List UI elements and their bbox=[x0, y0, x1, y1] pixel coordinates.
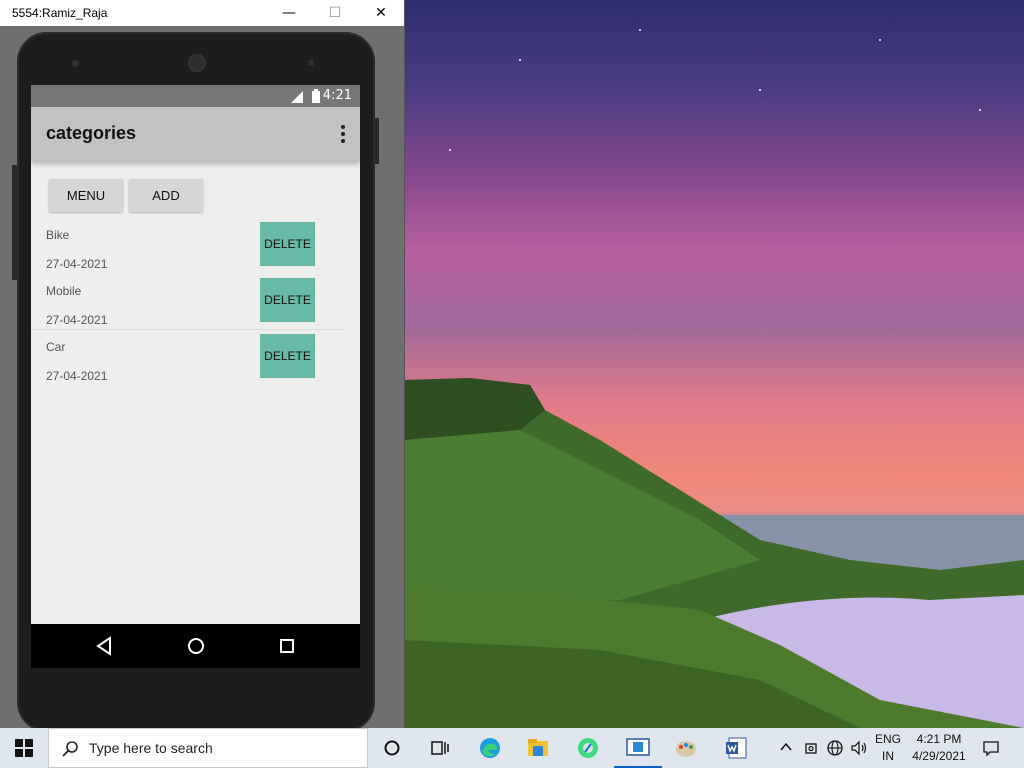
battery-icon bbox=[312, 89, 320, 103]
language-indicator[interactable]: ENG IN bbox=[872, 732, 904, 763]
android-studio-app[interactable] bbox=[564, 728, 612, 768]
windows-logo-icon bbox=[15, 739, 33, 757]
status-time: 4:21 bbox=[322, 88, 352, 103]
folder-icon bbox=[528, 739, 548, 756]
delete-button[interactable]: DELETE bbox=[260, 278, 315, 322]
cortana-circle-icon bbox=[384, 740, 400, 756]
paint-palette-icon bbox=[676, 741, 696, 757]
menu-button[interactable]: MENU bbox=[49, 179, 123, 212]
power-button[interactable] bbox=[375, 118, 379, 164]
android-status-bar: 4:21 bbox=[31, 85, 360, 107]
signal-icon bbox=[291, 91, 303, 103]
back-triangle-icon[interactable] bbox=[95, 636, 113, 656]
category-date: 27-04-2021 bbox=[46, 257, 108, 271]
category-date: 27-04-2021 bbox=[46, 313, 108, 327]
region-code: IN bbox=[882, 749, 894, 763]
list-divider bbox=[31, 329, 344, 330]
notification-center-icon[interactable] bbox=[982, 739, 1000, 757]
emulator-window: 5554:Ramiz_Raja — ☐ ✕ 4:21 categories ME… bbox=[0, 0, 405, 732]
app-bar: categories bbox=[31, 107, 360, 161]
recents-square-icon[interactable] bbox=[278, 636, 296, 656]
word-icon bbox=[726, 737, 747, 759]
category-name: Mobile bbox=[46, 284, 82, 298]
start-button[interactable] bbox=[0, 728, 48, 768]
add-button[interactable]: ADD bbox=[129, 179, 203, 212]
language-code: ENG bbox=[874, 732, 901, 746]
meet-now-icon[interactable] bbox=[803, 740, 819, 756]
phone-screen: 4:21 categories MENU ADD Bike 27-04-2021… bbox=[31, 85, 360, 668]
app-bar-title: categories bbox=[46, 123, 137, 143]
chevron-up-icon[interactable] bbox=[780, 742, 792, 752]
network-globe-icon[interactable] bbox=[826, 739, 844, 757]
windows-taskbar: Type here to search ENG IN 4:21 PM 4/29/… bbox=[0, 728, 1024, 768]
taskbar-search-box[interactable]: Type here to search bbox=[48, 728, 368, 768]
maximize-button[interactable]: ☐ bbox=[312, 0, 358, 26]
task-view-button[interactable] bbox=[416, 728, 464, 768]
minimize-icon: — bbox=[282, 5, 296, 21]
front-camera-icon bbox=[72, 60, 79, 67]
sensor-icon bbox=[308, 60, 314, 66]
delete-button[interactable]: DELETE bbox=[260, 222, 315, 266]
earpiece-speaker-icon bbox=[188, 54, 206, 72]
delete-button[interactable]: DELETE bbox=[260, 334, 315, 378]
maximize-icon: ☐ bbox=[328, 5, 342, 21]
more-vert-icon[interactable] bbox=[338, 125, 348, 143]
emulator-app[interactable] bbox=[614, 728, 662, 768]
android-nav-bar bbox=[31, 624, 360, 668]
clock-time: 4:21 PM bbox=[916, 732, 962, 746]
edge-app[interactable] bbox=[466, 728, 514, 768]
window-titlebar[interactable]: 5554:Ramiz_Raja — ☐ ✕ bbox=[0, 0, 404, 26]
system-clock[interactable]: 4:21 PM 4/29/2021 bbox=[906, 732, 972, 763]
task-view-icon bbox=[431, 741, 449, 755]
category-name: Car bbox=[46, 340, 66, 354]
clock-date: 4/29/2021 bbox=[912, 749, 966, 763]
file-explorer-app[interactable] bbox=[514, 728, 562, 768]
word-app[interactable] bbox=[712, 728, 760, 768]
category-date: 27-04-2021 bbox=[46, 369, 108, 383]
volume-icon[interactable] bbox=[850, 739, 868, 757]
cortana-button[interactable] bbox=[368, 728, 416, 768]
edge-browser-icon bbox=[480, 738, 500, 758]
window-title: 5554:Ramiz_Raja bbox=[12, 6, 108, 20]
close-icon: ✕ bbox=[375, 5, 387, 21]
close-window-button[interactable]: ✕ bbox=[358, 0, 404, 26]
minimize-button[interactable]: — bbox=[266, 0, 312, 26]
emulator-window-icon bbox=[626, 738, 650, 756]
paint-app[interactable] bbox=[662, 728, 710, 768]
search-icon bbox=[62, 741, 78, 757]
category-name: Bike bbox=[46, 228, 70, 242]
search-placeholder: Type here to search bbox=[89, 740, 213, 756]
android-studio-icon bbox=[578, 738, 598, 758]
home-circle-icon[interactable] bbox=[186, 636, 206, 656]
